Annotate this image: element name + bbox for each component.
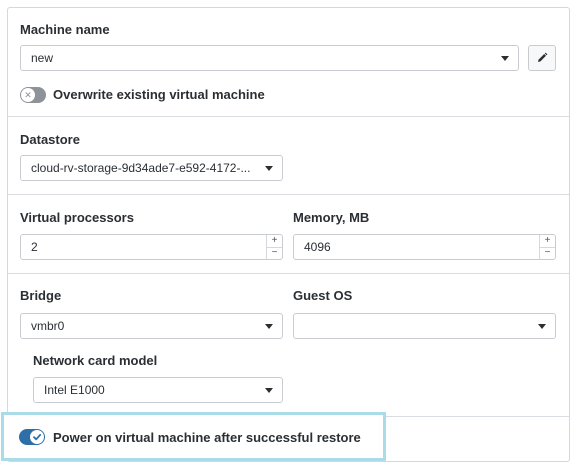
chevron-down-icon <box>501 56 509 61</box>
chevron-down-icon <box>265 324 273 329</box>
divider <box>8 194 569 195</box>
power-on-highlight: Power on virtual machine after successfu… <box>1 412 386 461</box>
virtual-processors-stepper[interactable]: + − <box>266 235 282 259</box>
decrement-button[interactable]: − <box>540 246 555 260</box>
virtual-processors-input[interactable]: 2 + − <box>20 234 283 260</box>
divider <box>8 273 569 274</box>
virtual-processors-value: 2 <box>31 240 38 254</box>
machine-name-value: new <box>31 51 54 65</box>
check-icon <box>30 430 44 444</box>
bridge-value: vmbr0 <box>31 319 65 333</box>
overwrite-toggle[interactable]: ✕ <box>20 87 46 103</box>
chevron-down-icon <box>538 324 546 329</box>
network-card-model-value: Intel E1000 <box>44 383 105 397</box>
memory-stepper[interactable]: + − <box>539 235 555 259</box>
memory-value: 4096 <box>304 240 331 254</box>
edit-machine-name-button[interactable] <box>528 45 556 71</box>
chevron-down-icon <box>265 388 273 393</box>
guest-os-label: Guest OS <box>293 288 353 303</box>
network-card-model-select[interactable]: Intel E1000 <box>33 377 283 403</box>
bridge-select[interactable]: vmbr0 <box>20 313 283 339</box>
datastore-select[interactable]: cloud-rv-storage-9d34ade7-e592-4172-... <box>20 155 283 181</box>
virtual-processors-label: Virtual processors <box>20 210 134 225</box>
restore-settings-panel: Machine name new ✕ Overwrite existing vi… <box>7 7 570 462</box>
increment-button[interactable]: + <box>267 235 282 247</box>
guest-os-select[interactable] <box>293 313 556 339</box>
overwrite-label: Overwrite existing virtual machine <box>53 87 265 102</box>
machine-name-label: Machine name <box>20 22 110 37</box>
network-card-model-label: Network card model <box>33 353 158 368</box>
decrement-button[interactable]: − <box>267 246 282 260</box>
pencil-icon <box>538 52 548 62</box>
increment-button[interactable]: + <box>540 235 555 247</box>
machine-name-select[interactable]: new <box>20 45 519 71</box>
memory-input[interactable]: 4096 + − <box>293 234 556 260</box>
datastore-label: Datastore <box>20 132 80 147</box>
bridge-label: Bridge <box>20 288 62 303</box>
close-icon: ✕ <box>21 88 35 102</box>
chevron-down-icon <box>265 166 273 171</box>
power-on-toggle[interactable] <box>19 429 45 445</box>
divider <box>8 116 569 117</box>
memory-label: Memory, MB <box>293 210 370 225</box>
datastore-value: cloud-rv-storage-9d34ade7-e592-4172-... <box>31 161 251 175</box>
power-on-label: Power on virtual machine after successfu… <box>53 430 361 445</box>
